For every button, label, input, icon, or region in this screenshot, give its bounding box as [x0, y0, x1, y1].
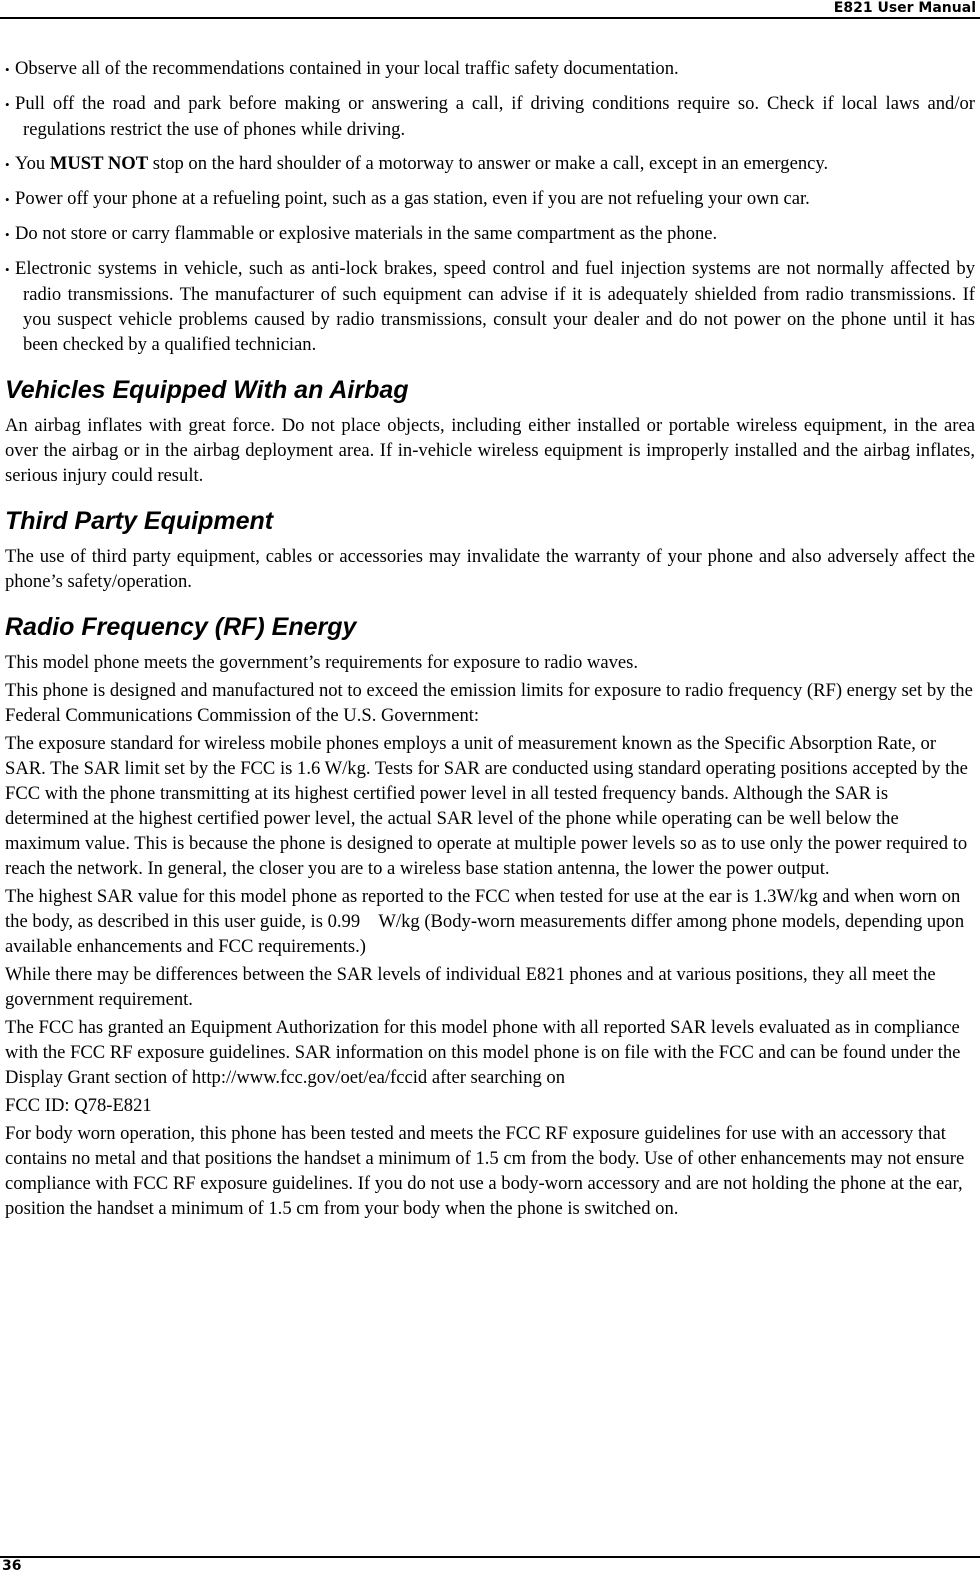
running-header-title: E821 User Manual [833, 0, 976, 16]
page-number: 36 [2, 1558, 22, 1574]
safety-bullet-list: • Observe all of the recommendations cont… [5, 56, 975, 357]
section-heading-airbag: Vehicles Equipped With an Airbag [5, 376, 409, 404]
bullet-icon: • [5, 227, 10, 242]
rf-paragraph: For body worn operation, this phone has … [5, 1123, 965, 1219]
rf-paragraph: This phone is designed and manufactured … [5, 680, 973, 726]
bullet-icon: • [5, 97, 10, 112]
bullet-item: • You MUST NOT stop on the hard shoulder … [5, 151, 975, 177]
bullet-icon: • [5, 262, 10, 277]
bullet-icon: • [5, 157, 10, 172]
rf-paragraph: While there may be differences between t… [5, 964, 936, 1010]
header-rule [0, 17, 980, 19]
airbag-paragraph: An airbag inflates with great force. Do … [5, 415, 975, 486]
fcc-id: FCC ID: Q78-E821 [5, 1095, 152, 1116]
rf-paragraph: The exposure standard for wireless mobil… [5, 733, 968, 879]
bullet-item: • Do not store or carry flammable or expl… [5, 221, 975, 247]
footer-rule [0, 1556, 980, 1558]
third-party-paragraph: The use of third party equipment, cables… [5, 546, 975, 592]
bullet-item: • Observe all of the recommendations cont… [5, 56, 975, 82]
bullet-icon: • [5, 62, 10, 77]
bullet-item: • Pull off the road and park before makin… [5, 93, 975, 140]
section-heading-rf-energy: Radio Frequency (RF) Energy [5, 613, 357, 641]
bullet-item: • Power off your phone at a refueling poi… [5, 186, 975, 212]
bullet-icon: • [5, 192, 10, 207]
rf-paragraph: This model phone meets the government’s … [5, 652, 639, 673]
page-content: • Observe all of the recommendations cont… [5, 56, 975, 1224]
rf-paragraph: The FCC has granted an Equipment Authori… [5, 1017, 961, 1088]
rf-paragraph: The highest SAR value for this model pho… [5, 886, 969, 957]
bullet-item: • Electronic systems in vehicle, such as … [5, 258, 975, 355]
emphasis-text: MUST NOT [49, 153, 149, 174]
section-heading-third-party: Third Party Equipment [5, 507, 274, 535]
